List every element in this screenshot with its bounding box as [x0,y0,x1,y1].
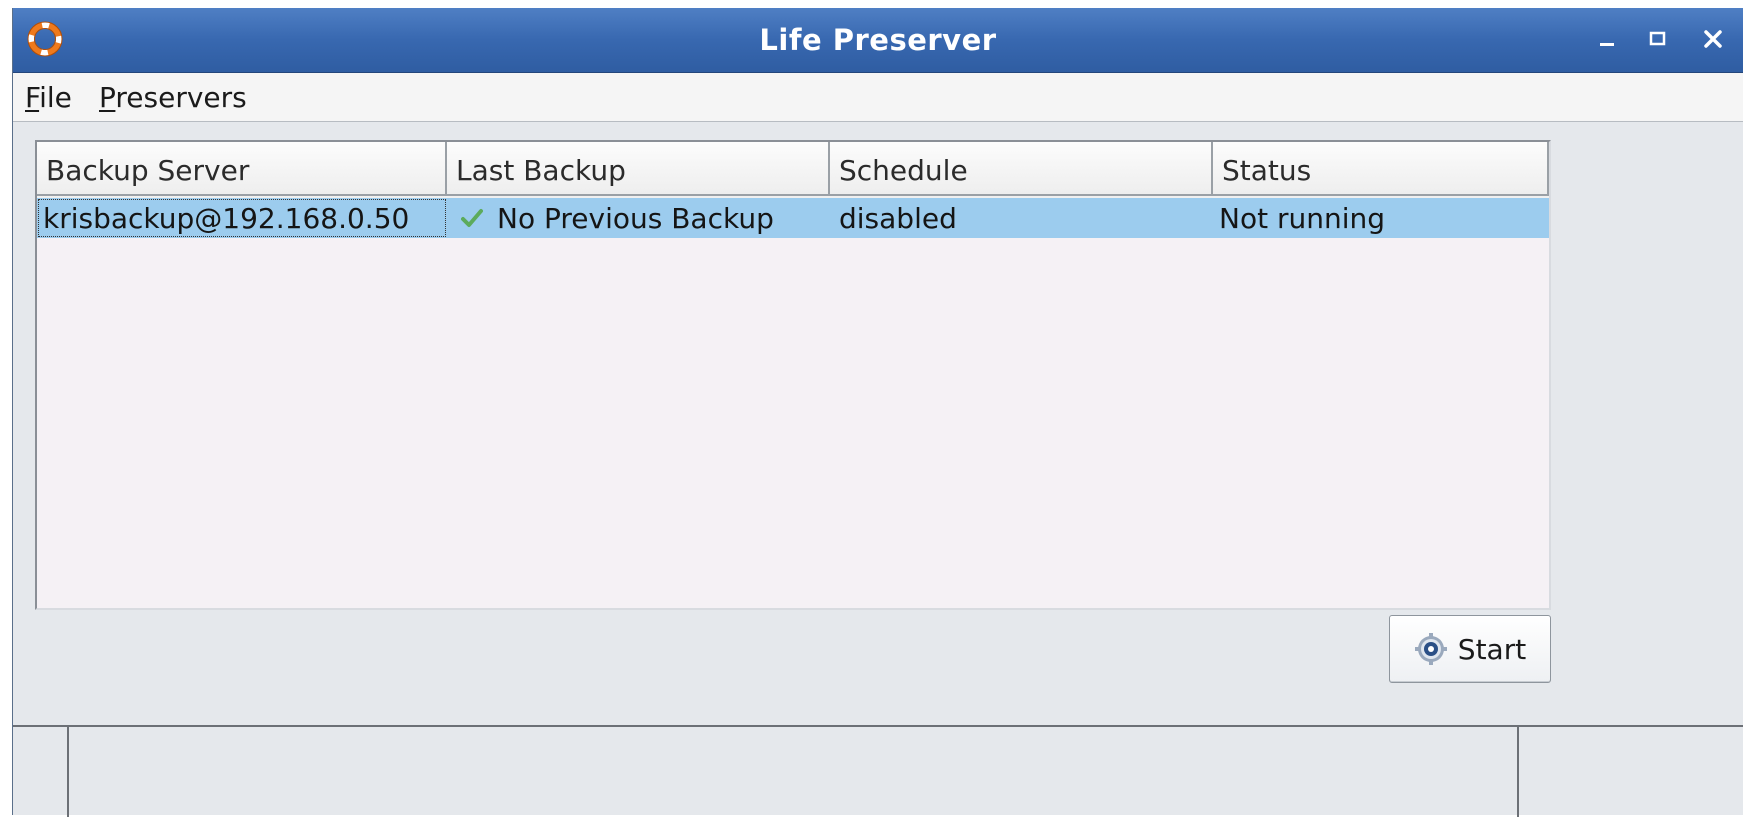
minimize-button[interactable] [1591,22,1625,56]
menu-file-label: ile [39,81,72,114]
menu-bar: File Preservers [13,73,1743,122]
column-header-backup-server[interactable]: Backup Server [37,142,447,196]
cell-schedule: disabled [839,202,957,235]
preservers-table[interactable]: Backup Server Last Backup Schedule Statu… [35,140,1551,610]
table-header: Backup Server Last Backup Schedule Statu… [37,142,1549,198]
menu-preservers-mnemonic: P [99,81,116,114]
menu-preservers-label: reservers [115,81,247,114]
start-button-label: Start [1457,632,1527,666]
close-icon [1704,30,1722,48]
start-button[interactable]: Start [1389,615,1551,683]
status-separator [67,727,69,817]
menu-file-mnemonic: F [25,81,40,114]
cell-last-backup-text: No Previous Backup [497,202,774,235]
menu-preservers[interactable]: Preservers [99,73,247,121]
maximize-button[interactable] [1641,22,1675,56]
column-header-last-backup[interactable]: Last Backup [447,142,830,196]
menu-file[interactable]: File [25,73,72,121]
gear-icon [1414,633,1447,665]
status-separator [1517,727,1519,817]
window-title: Life Preserver [759,23,997,57]
cell-status: Not running [1219,202,1386,235]
maximize-icon [1649,31,1666,46]
column-header-status[interactable]: Status [1213,142,1549,196]
cell-last-backup: No Previous Backup [447,198,830,238]
cell-backup-server: krisbackup@192.168.0.50 [37,198,447,238]
app-window: Life Preserver File Preservers Backup Se… [12,8,1743,817]
column-header-schedule[interactable]: Schedule [830,142,1213,196]
minimize-icon [1600,43,1614,46]
table-row[interactable]: krisbackup@192.168.0.50 No Previous Back… [37,198,1549,238]
close-button[interactable] [1696,22,1730,56]
status-bar [13,725,1743,817]
check-icon [461,209,483,227]
title-bar[interactable]: Life Preserver [13,8,1743,73]
